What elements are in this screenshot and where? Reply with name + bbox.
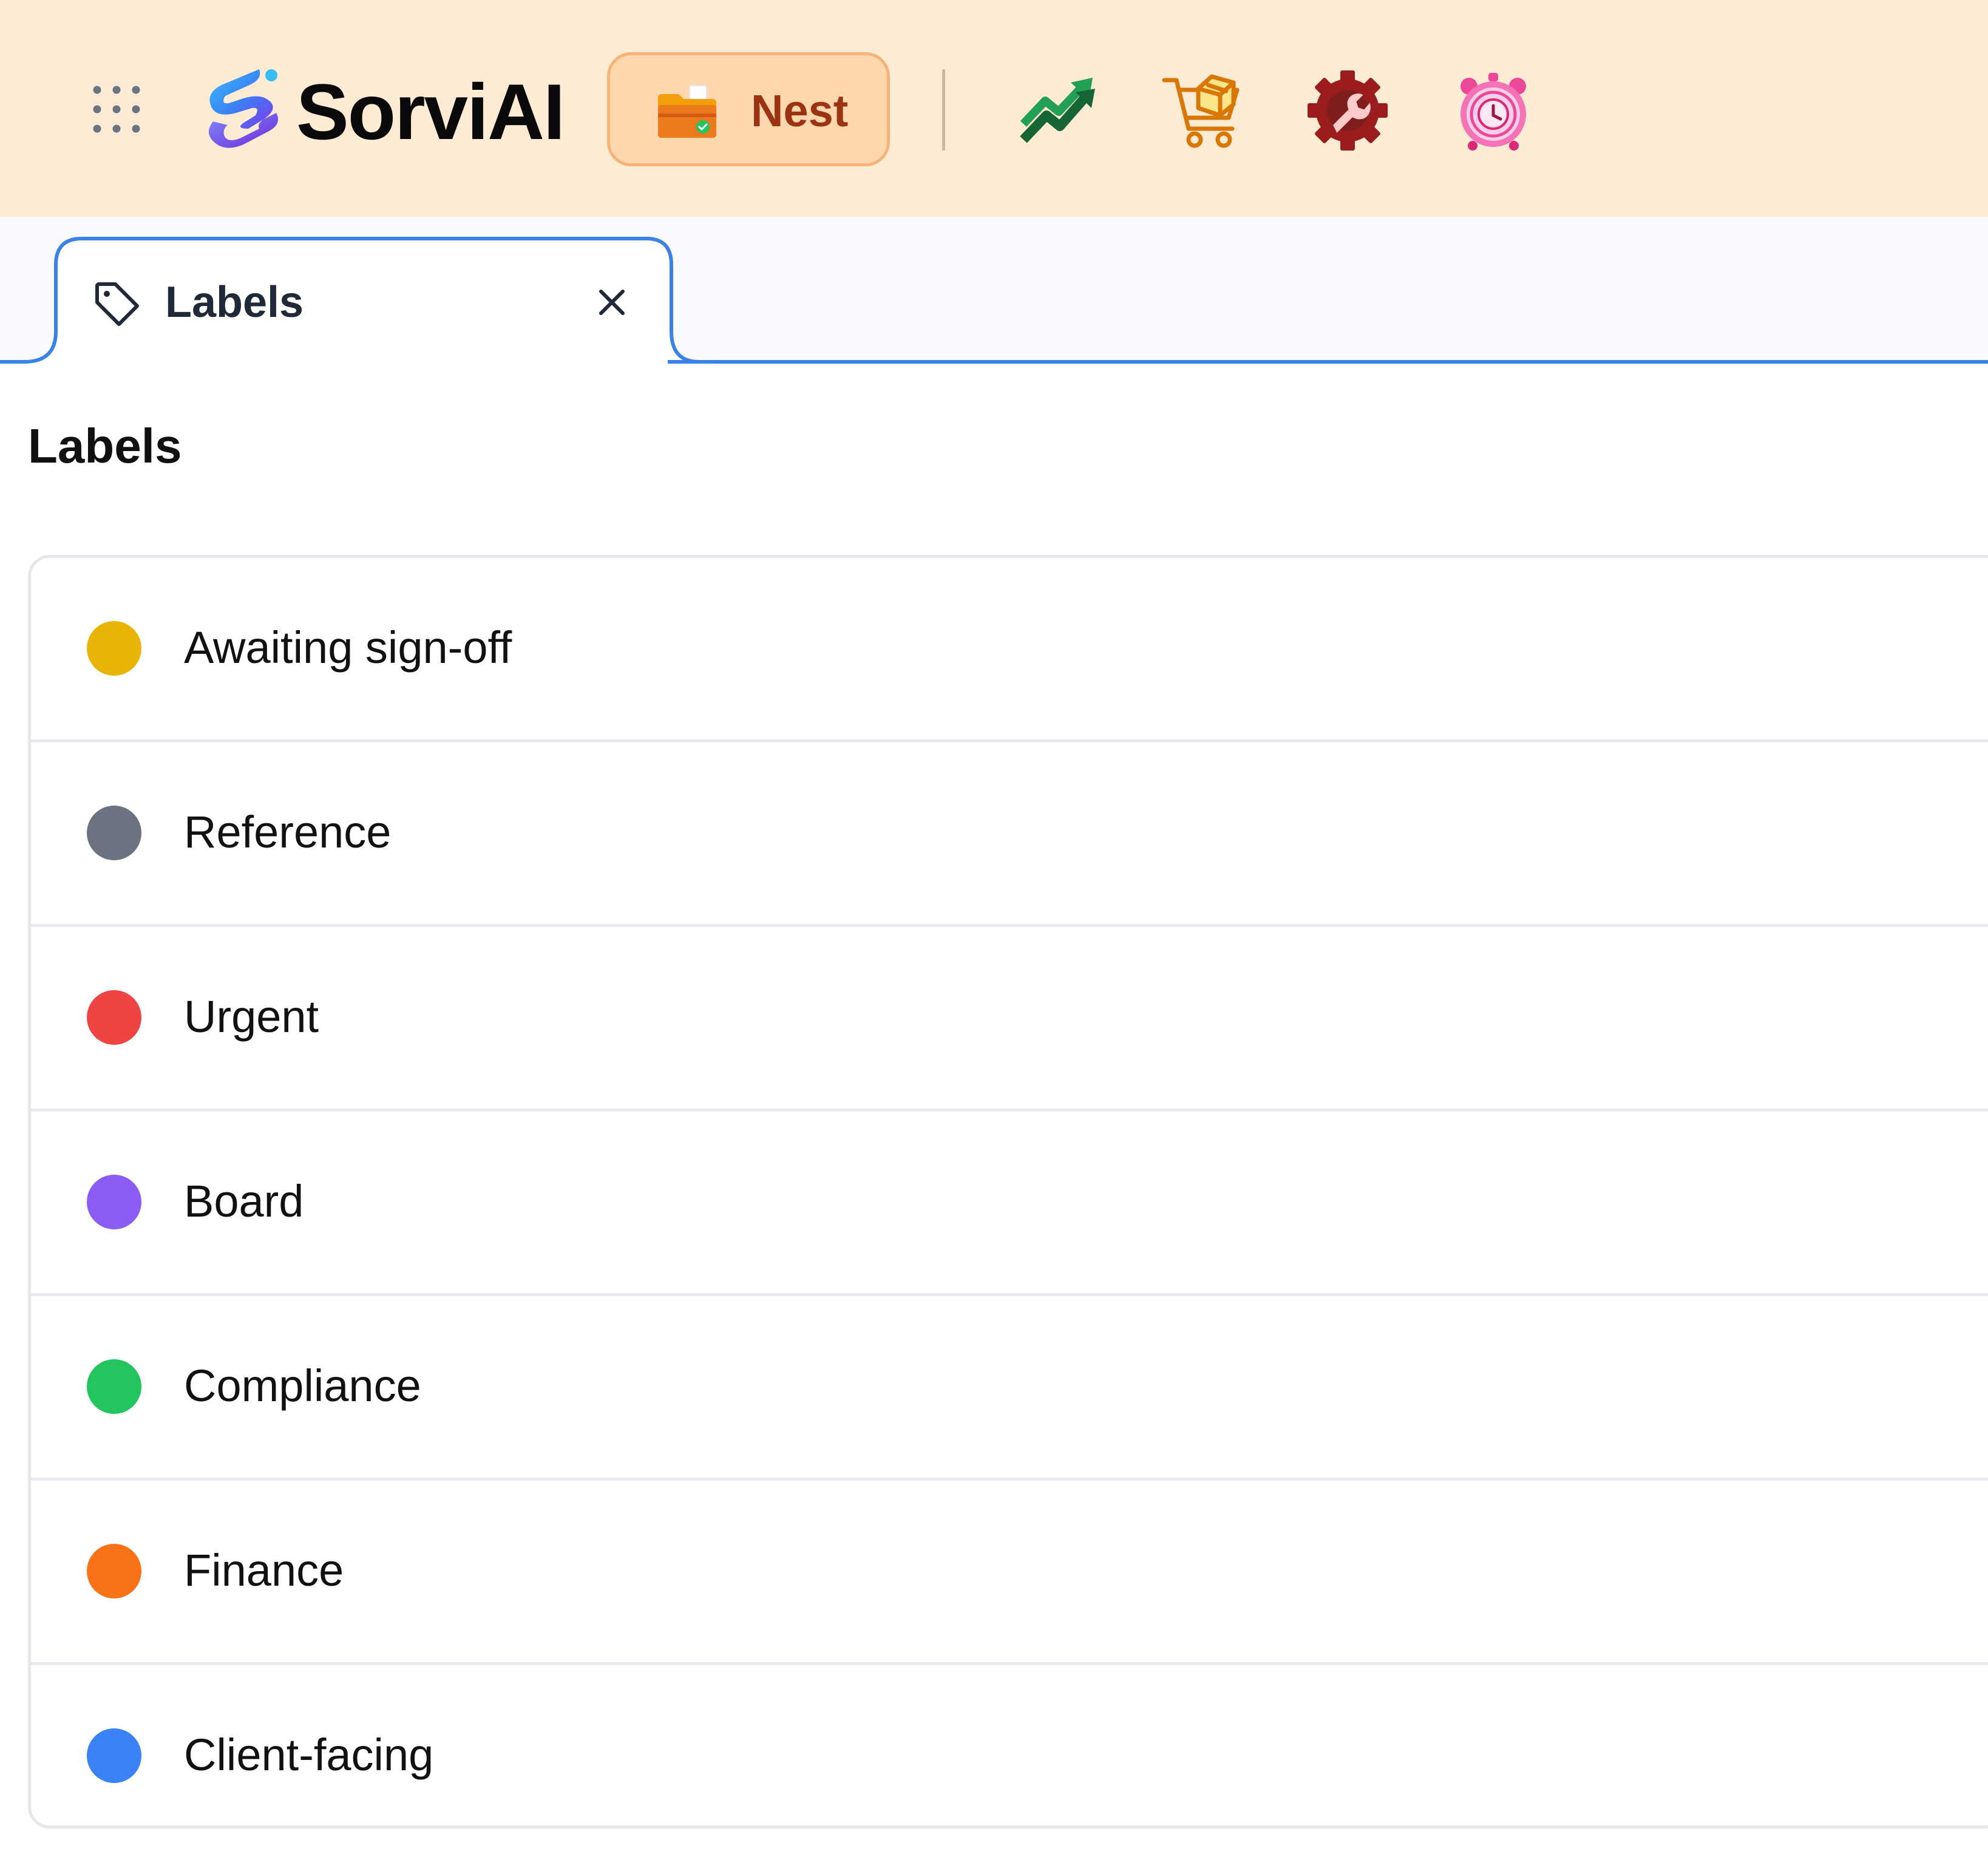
- grid-dots-icon[interactable]: [92, 85, 141, 134]
- nest-app-button[interactable]: Nest: [607, 52, 890, 166]
- tab-labels[interactable]: Labels: [56, 238, 669, 362]
- label-name: Reference: [184, 807, 392, 857]
- nest-app-label: Nest: [751, 86, 849, 136]
- folder-check-icon: [658, 85, 716, 138]
- label-row-urgent[interactable]: Urgent: [31, 927, 1988, 1112]
- label-color-dot: [87, 1359, 141, 1414]
- tab-strip-underline: [668, 360, 1988, 364]
- shopping-cart-box-icon[interactable]: [1161, 68, 1246, 153]
- close-icon[interactable]: [590, 280, 634, 324]
- brand-name: SorviAI: [296, 67, 565, 156]
- label-color-dot: [87, 1728, 141, 1783]
- label-row-compliance[interactable]: Compliance: [31, 1296, 1988, 1481]
- label-color-dot: [87, 806, 141, 860]
- label-color-dot: [87, 990, 141, 1045]
- label-row-reference[interactable]: Reference: [31, 742, 1988, 927]
- label-name: Compliance: [184, 1360, 421, 1411]
- tab-label: Labels: [165, 278, 304, 327]
- page-title: Labels: [28, 419, 182, 473]
- label-name: Urgent: [184, 991, 319, 1042]
- label-name: Board: [184, 1176, 304, 1226]
- labels-list: Awaiting sign-off Reference Urgent Board…: [28, 555, 1988, 1829]
- gear-wrench-icon[interactable]: [1305, 68, 1390, 153]
- alarm-clock-icon[interactable]: [1451, 68, 1536, 153]
- label-row-client-facing[interactable]: Client-facing: [31, 1665, 1988, 1826]
- label-name: Client-facing: [184, 1730, 434, 1780]
- label-color-dot: [87, 621, 141, 676]
- tag-icon: [95, 282, 139, 326]
- label-name: Finance: [184, 1545, 344, 1595]
- label-color-dot: [87, 1544, 141, 1598]
- label-row-awaiting-sign-off[interactable]: Awaiting sign-off: [31, 558, 1988, 742]
- label-name: Awaiting sign-off: [184, 622, 512, 673]
- label-color-dot: [87, 1175, 141, 1229]
- label-row-board[interactable]: Board: [31, 1112, 1988, 1296]
- trending-up-arrows-icon[interactable]: [1015, 68, 1100, 153]
- sorviai-s-logo-icon[interactable]: [191, 61, 288, 158]
- header-divider: [942, 69, 945, 151]
- top-header-bar: SorviAI Nest: [0, 0, 1988, 217]
- label-row-finance[interactable]: Finance: [31, 1481, 1988, 1665]
